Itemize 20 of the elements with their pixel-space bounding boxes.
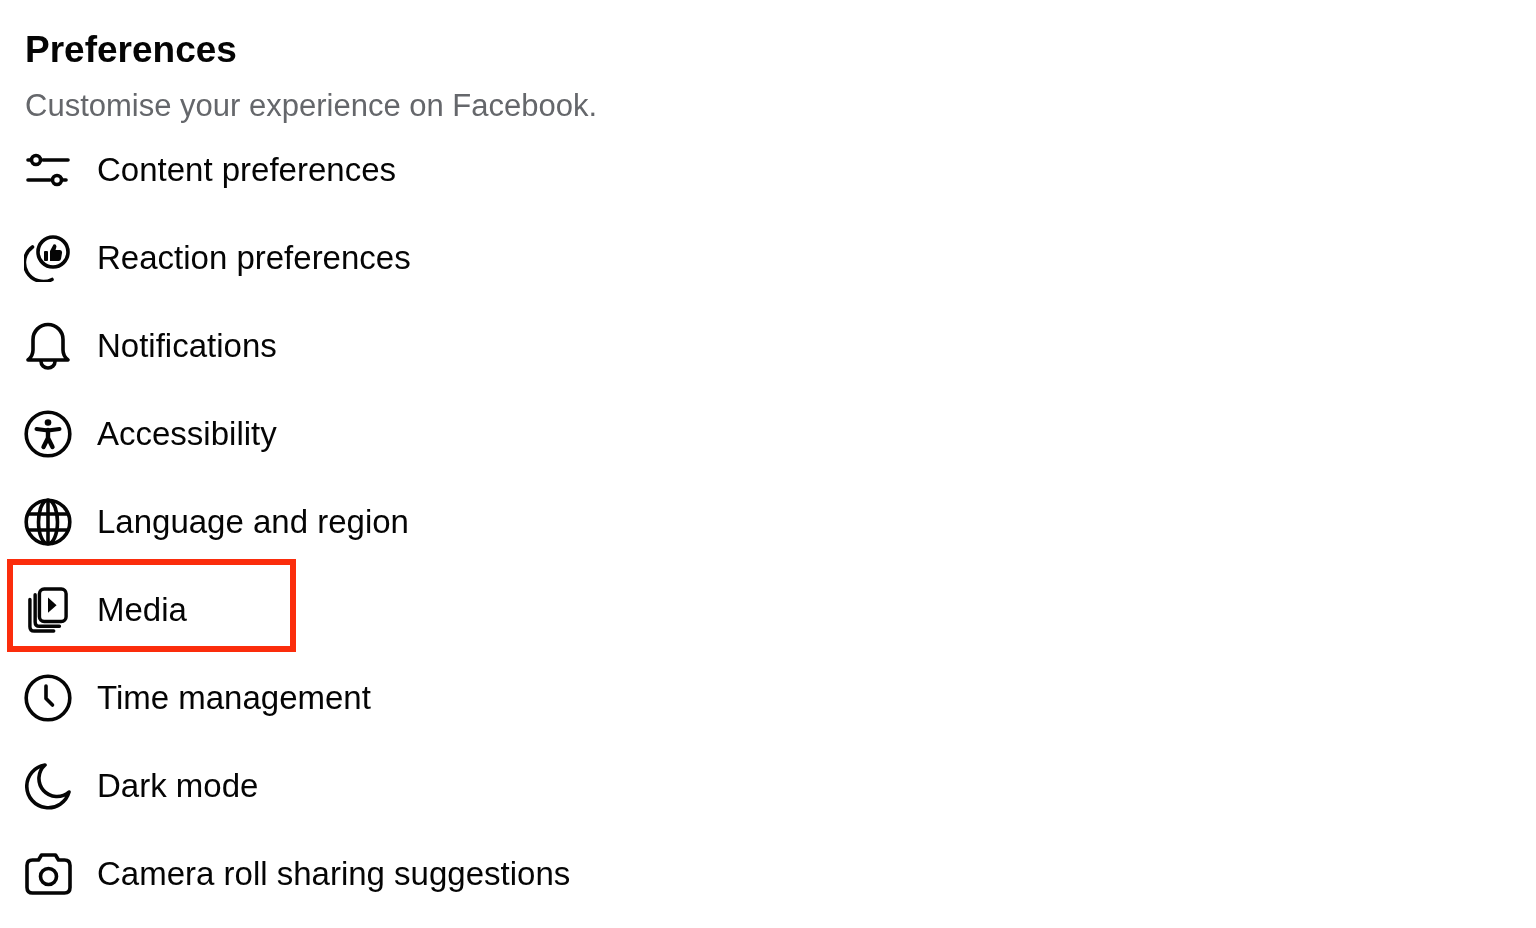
camera-icon (24, 853, 72, 895)
menu-item[interactable]: Language and region (24, 494, 409, 550)
globe-icon (24, 498, 72, 546)
menu-item[interactable]: Camera roll sharing suggestions (24, 846, 571, 902)
menu-item[interactable]: Time management (24, 670, 371, 726)
bell-icon (25, 322, 71, 370)
sliders-icon (26, 153, 70, 187)
thumbs-up-reaction-icon (24, 234, 72, 282)
menu-item[interactable]: Accessibility (24, 406, 277, 462)
menu-item[interactable]: Reaction preferences (24, 230, 411, 286)
menu-item[interactable]: Content preferences (24, 142, 396, 198)
page-subtitle: Customise your experience on Facebook. (25, 88, 598, 124)
menu-item[interactable]: Notifications (24, 318, 277, 374)
moon-icon (25, 762, 71, 810)
accessibility-icon (24, 410, 72, 458)
page-title: Preferences (25, 30, 237, 70)
menu-item[interactable]: Media (24, 582, 187, 638)
clock-icon (24, 674, 72, 722)
stacked-video-icon (28, 586, 68, 634)
menu-item[interactable]: Dark mode (24, 758, 259, 814)
